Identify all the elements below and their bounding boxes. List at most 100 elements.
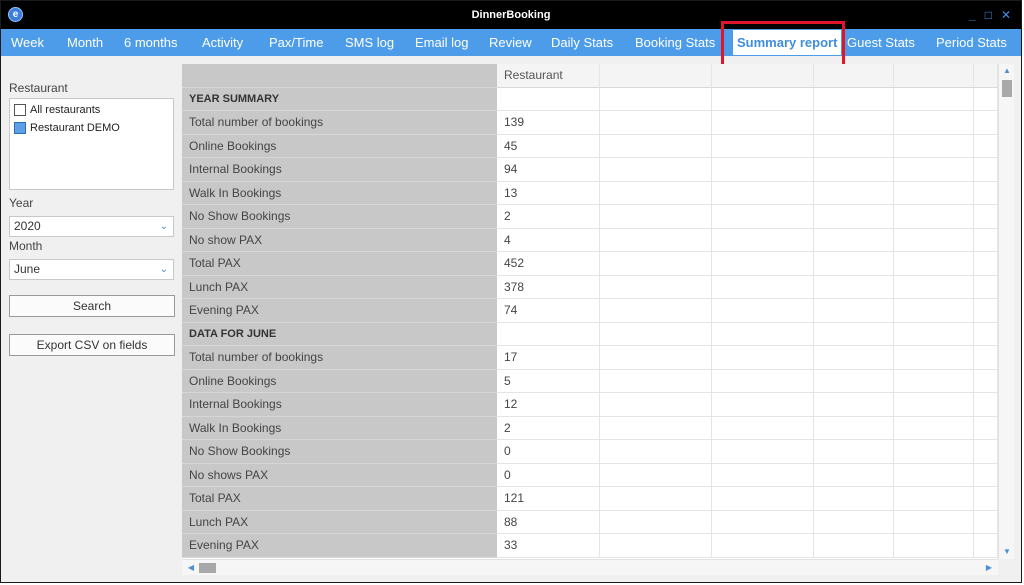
- checkbox-icon[interactable]: [14, 104, 26, 116]
- horizontal-scrollbar[interactable]: ◀ ▶: [182, 559, 998, 575]
- scroll-right-icon[interactable]: ▶: [982, 560, 996, 576]
- table-row: Lunch PAX 88: [182, 510, 998, 534]
- empty-cell: [814, 393, 894, 417]
- section-header-row: DATA FOR JUNE: [182, 322, 998, 346]
- empty-cell: [974, 111, 998, 135]
- export-csv-button[interactable]: Export CSV on fields: [9, 334, 175, 356]
- search-button[interactable]: Search: [9, 295, 175, 317]
- metric-label: Online Bookings: [182, 369, 497, 393]
- empty-cell: [814, 111, 894, 135]
- tab-week[interactable]: Week: [11, 29, 44, 56]
- scroll-thumb[interactable]: [199, 563, 216, 573]
- empty-cell: [600, 346, 712, 370]
- column-header-empty: [712, 64, 814, 88]
- empty-cell: [974, 534, 998, 558]
- tab-guest-stats[interactable]: Guest Stats: [847, 29, 915, 56]
- empty-cell: [600, 510, 712, 534]
- metric-label: Evening PAX: [182, 299, 497, 323]
- empty-cell: [712, 181, 814, 205]
- metric-value: 13: [497, 181, 600, 205]
- restaurant-option-demo[interactable]: Restaurant DEMO: [14, 122, 120, 134]
- empty-cell: [712, 205, 814, 229]
- table-row: No Show Bookings 0: [182, 440, 998, 464]
- month-label: Month: [9, 239, 43, 253]
- empty-cell: [894, 158, 974, 182]
- tab-pax-time[interactable]: Pax/Time: [269, 29, 323, 56]
- table-row: Walk In Bookings 2: [182, 416, 998, 440]
- empty-cell: [894, 440, 974, 464]
- empty-cell: [712, 346, 814, 370]
- empty-cell: [600, 534, 712, 558]
- metric-value: 2: [497, 205, 600, 229]
- metric-value: 452: [497, 252, 600, 276]
- metric-value: 74: [497, 299, 600, 323]
- empty-cell: [814, 205, 894, 229]
- tab-daily-stats[interactable]: Daily Stats: [551, 29, 613, 56]
- app-window: e DinnerBooking _ □ ✕ Week Month 6 month…: [0, 0, 1022, 583]
- empty-cell: [974, 393, 998, 417]
- metric-value: 378: [497, 275, 600, 299]
- metric-value: 88: [497, 510, 600, 534]
- empty-cell: [600, 275, 712, 299]
- table-row: Total PAX 121: [182, 487, 998, 511]
- scroll-down-icon[interactable]: ▼: [999, 545, 1015, 559]
- tab-review[interactable]: Review: [489, 29, 532, 56]
- table-row: Online Bookings 5: [182, 369, 998, 393]
- empty-cell: [600, 369, 712, 393]
- tab-month[interactable]: Month: [67, 29, 103, 56]
- scroll-thumb[interactable]: [1002, 80, 1012, 97]
- metric-value: [497, 87, 600, 111]
- empty-cell: [894, 87, 974, 111]
- metric-value: 4: [497, 228, 600, 252]
- tab-6-months[interactable]: 6 months: [124, 29, 177, 56]
- scroll-up-icon[interactable]: ▲: [999, 64, 1015, 78]
- tab-activity[interactable]: Activity: [202, 29, 243, 56]
- empty-cell: [712, 322, 814, 346]
- maximize-icon[interactable]: □: [985, 9, 992, 21]
- year-select[interactable]: 2020 ⌄: [9, 216, 174, 237]
- close-icon[interactable]: ✕: [1001, 9, 1011, 21]
- empty-cell: [712, 228, 814, 252]
- empty-cell: [712, 393, 814, 417]
- empty-cell: [974, 181, 998, 205]
- tab-summary-report[interactable]: Summary report: [733, 30, 842, 55]
- scroll-left-icon[interactable]: ◀: [184, 560, 198, 576]
- table-row: No show PAX 4: [182, 228, 998, 252]
- metric-value: 0: [497, 440, 600, 464]
- empty-cell: [814, 252, 894, 276]
- table-row: Internal Bookings 94: [182, 158, 998, 182]
- empty-cell: [712, 111, 814, 135]
- column-header-empty: [814, 64, 894, 88]
- table-row: Total number of bookings 139: [182, 111, 998, 135]
- empty-cell: [600, 205, 712, 229]
- vertical-scrollbar[interactable]: ▲ ▼: [998, 64, 1014, 559]
- checkbox-checked-icon[interactable]: [14, 122, 26, 134]
- table-row: No Show Bookings 2: [182, 205, 998, 229]
- empty-cell: [814, 275, 894, 299]
- month-select[interactable]: June ⌄: [9, 259, 174, 280]
- empty-cell: [712, 510, 814, 534]
- metric-value: 121: [497, 487, 600, 511]
- empty-cell: [600, 134, 712, 158]
- minimize-icon[interactable]: _: [969, 9, 976, 21]
- table-row: No shows PAX 0: [182, 463, 998, 487]
- metric-label: No show PAX: [182, 228, 497, 252]
- empty-cell: [712, 440, 814, 464]
- tab-sms-log[interactable]: SMS log: [345, 29, 394, 56]
- section-title: DATA FOR JUNE: [182, 322, 497, 346]
- empty-cell: [894, 487, 974, 511]
- year-label: Year: [9, 196, 34, 210]
- tab-bar: Week Month 6 months Activity Pax/Time SM…: [1, 29, 1021, 56]
- empty-cell: [814, 440, 894, 464]
- empty-cell: [894, 181, 974, 205]
- restaurant-option-all[interactable]: All restaurants: [14, 104, 100, 116]
- empty-cell: [894, 252, 974, 276]
- restaurant-list: All restaurants Restaurant DEMO: [9, 98, 174, 190]
- restaurant-label: Restaurant: [9, 81, 68, 95]
- empty-cell: [814, 487, 894, 511]
- table-row: Walk In Bookings 13: [182, 181, 998, 205]
- tab-email-log[interactable]: Email log: [415, 29, 468, 56]
- empty-cell: [600, 416, 712, 440]
- tab-booking-stats[interactable]: Booking Stats: [635, 29, 715, 56]
- tab-period-stats[interactable]: Period Stats: [936, 29, 1007, 56]
